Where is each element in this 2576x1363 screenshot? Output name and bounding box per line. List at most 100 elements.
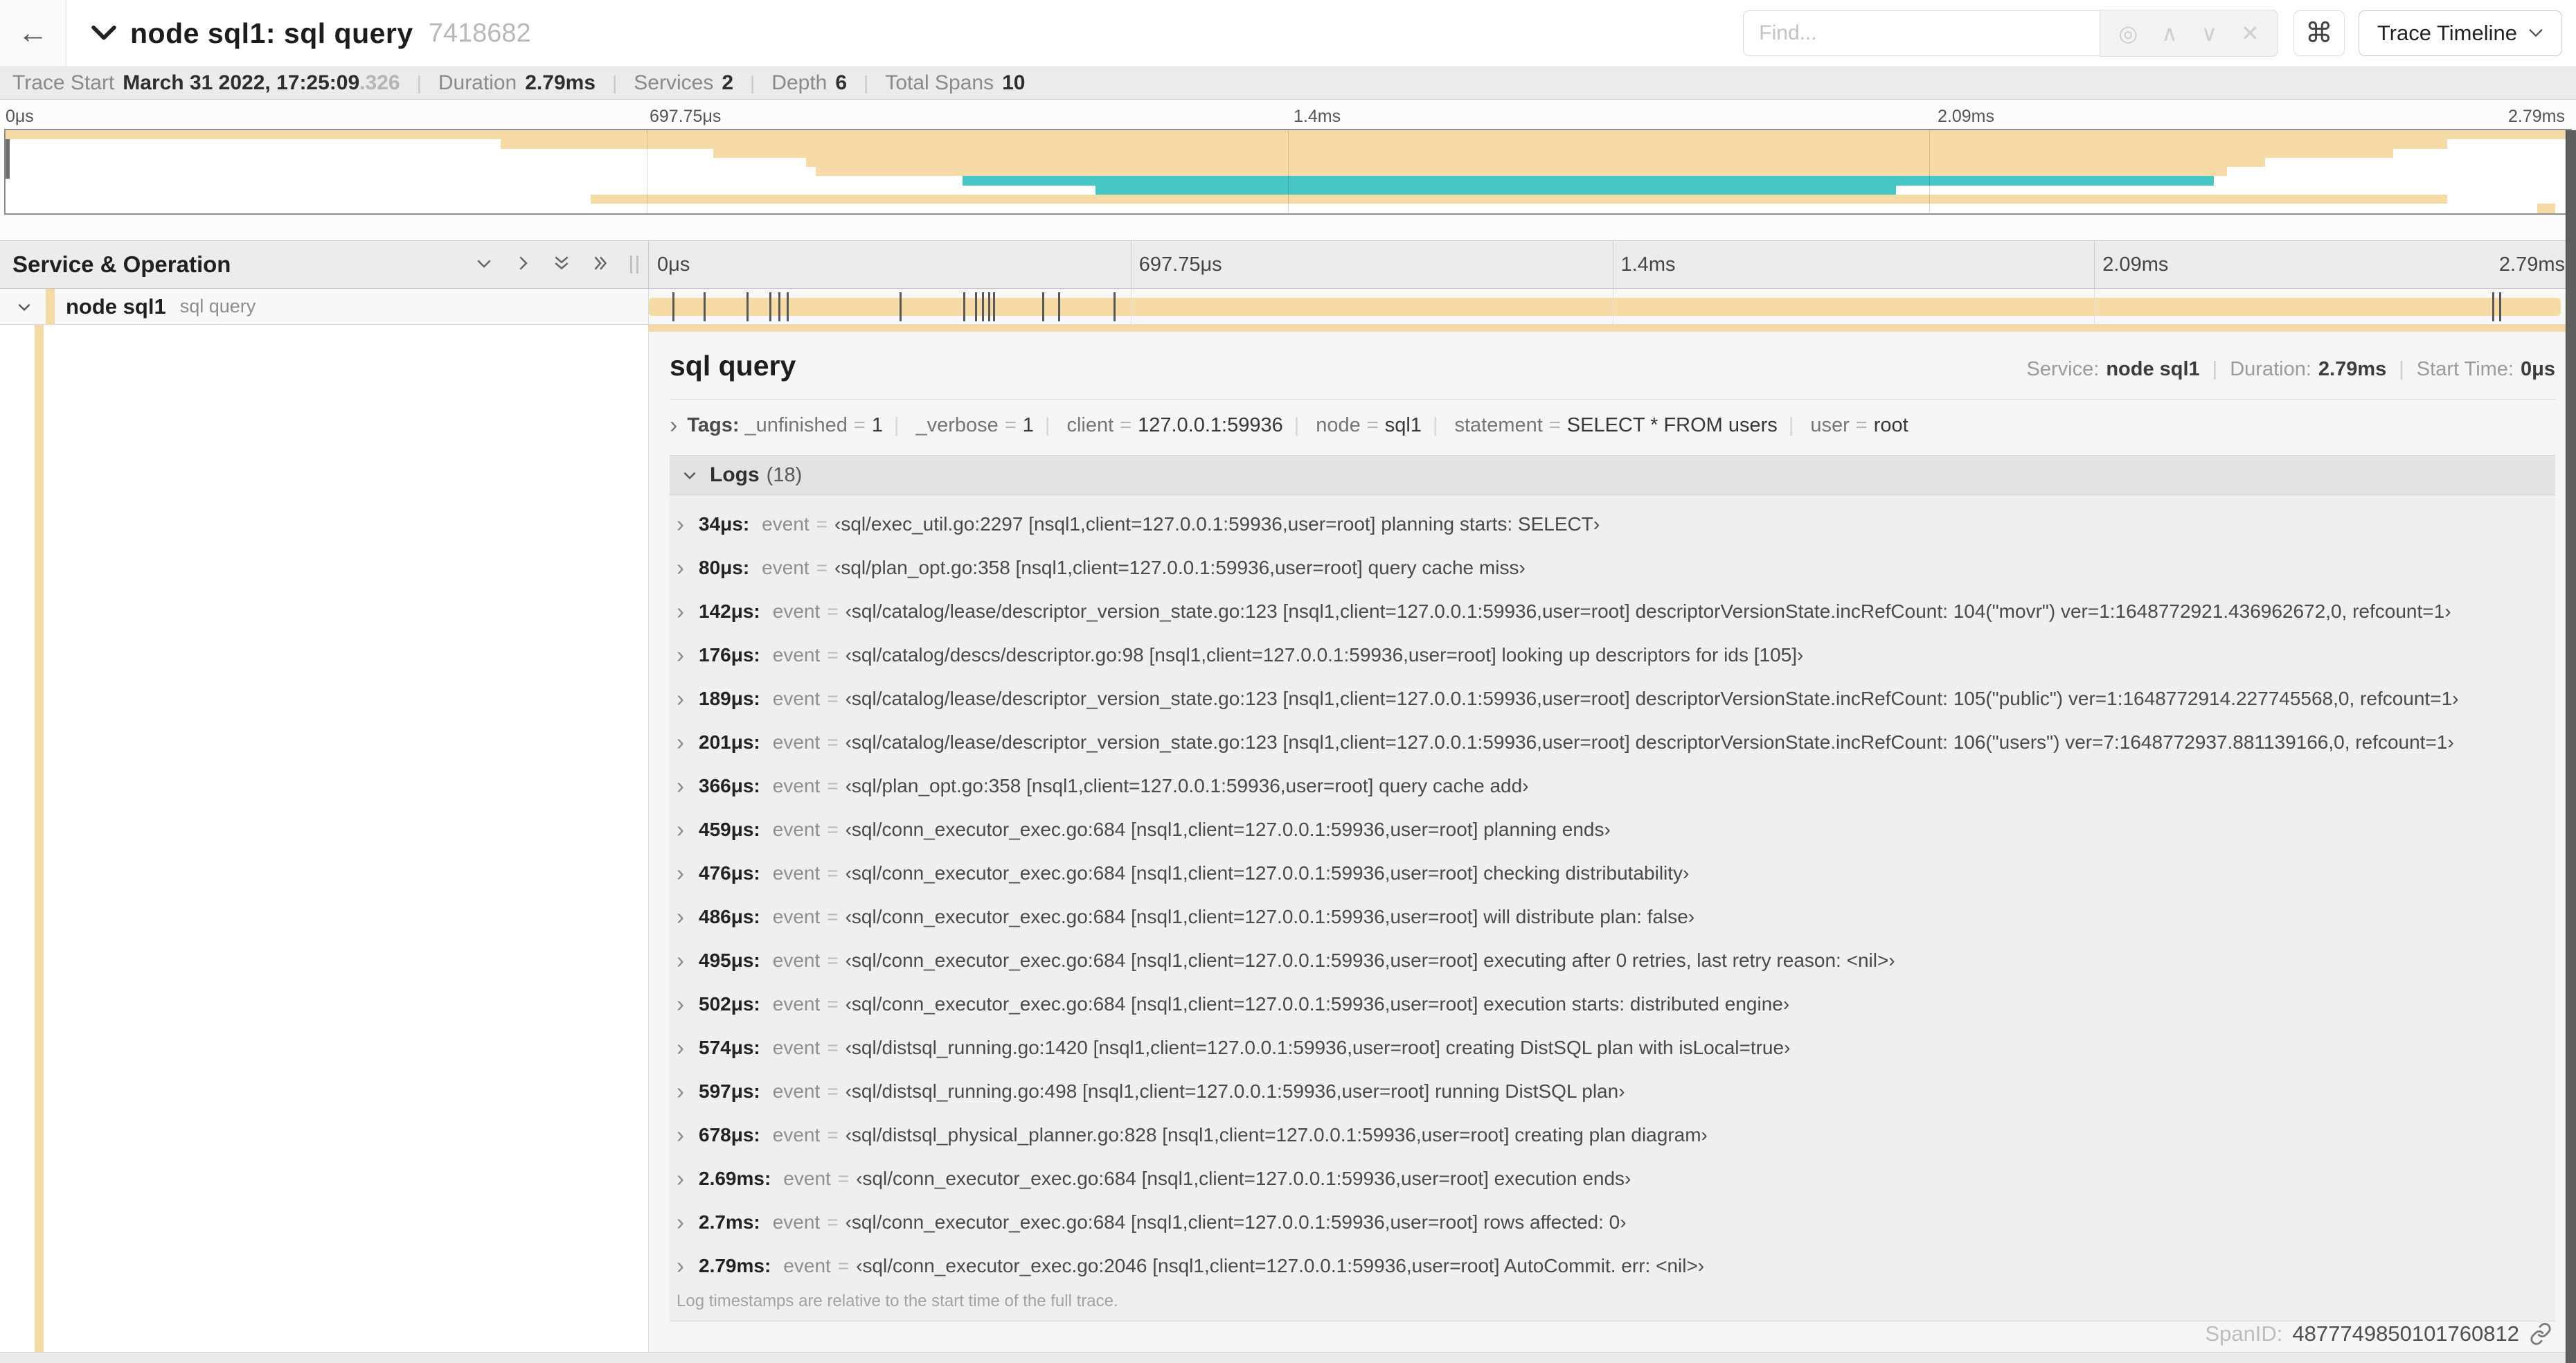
log-expand-icon[interactable]: › [677,860,695,887]
log-field-value: ‹sql/conn_executor_exec.go:684 [nsql1,cl… [845,818,1611,840]
log-expand-icon[interactable]: › [677,1253,695,1279]
span-bar-lane[interactable] [649,289,2576,324]
log-expand-icon[interactable]: › [677,598,695,625]
column-resizer-handle[interactable] [630,256,638,274]
span-duration-bar[interactable] [649,298,2561,316]
service-operation-header: Service & Operation [0,241,649,288]
keyboard-shortcuts-button[interactable]: ⌘ [2293,10,2345,56]
log-row[interactable]: › 142μs: event = ‹sql/catalog/lease/descript… [670,589,2555,633]
log-row[interactable]: › 459μs: event = ‹sql/conn_executor_exec.go:… [670,808,2555,851]
info-value-suffix: .326 [359,71,400,94]
log-row[interactable]: › 597μs: event = ‹sql/distsql_running.go:498… [670,1069,2555,1113]
focus-match-icon[interactable]: ◎ [2118,20,2138,46]
log-row[interactable]: › 366μs: event = ‹sql/plan_opt.go:358 [nsql1… [670,764,2555,808]
tag-key: _verbose [915,413,999,436]
log-expand-icon[interactable]: › [677,686,695,712]
log-marker-tick [987,292,990,321]
span-row[interactable]: node sql1 sql query [0,289,2576,325]
ruler-tick-label: 2.09ms [2102,253,2169,276]
log-expand-icon[interactable]: › [677,1122,695,1148]
log-row[interactable]: › 2.79ms: event = ‹sql/conn_executor_exec.go… [670,1244,2555,1288]
tags-expand-icon[interactable]: › [670,413,677,437]
log-timestamp: 502μs: [699,992,760,1015]
span-detail-row: sql query Service: node sql1 | Duration: 2.7… [0,325,2576,1352]
log-timestamp: 597μs: [699,1080,760,1102]
find-input[interactable] [1743,10,2100,56]
log-expand-icon[interactable]: › [677,1078,695,1105]
log-expand-icon[interactable]: › [677,904,695,930]
log-field-key: event [772,1036,821,1058]
logs-count: (18) [766,463,803,486]
minimap-gridline [1288,130,1289,213]
log-expand-icon[interactable]: › [677,511,695,537]
log-expand-icon[interactable]: › [677,729,695,756]
tag-key: node [1316,413,1361,436]
collapse-trace-chevron-icon[interactable] [90,23,118,44]
logs-header[interactable]: Logs (18) [670,455,2555,495]
info-separator: | [416,72,422,93]
ruler-tick-label: 0μs [657,253,690,276]
log-row[interactable]: › 476μs: event = ‹sql/conn_executor_exec.go:… [670,851,2555,895]
info-separator: | [864,72,869,93]
log-row[interactable]: › 678μs: event = ‹sql/distsql_physical_plann… [670,1113,2555,1157]
log-expand-icon[interactable]: › [677,773,695,799]
next-match-icon[interactable]: ∨ [2201,20,2217,46]
log-row[interactable]: › 2.69ms: event = ‹sql/conn_executor_exec.go… [670,1157,2555,1200]
collapse-one-icon[interactable] [474,253,494,277]
log-expand-icon[interactable]: › [677,947,695,974]
view-selector-button[interactable]: Trace Timeline [2358,10,2562,56]
tag-separator: | [1294,413,1300,436]
tags-row[interactable]: › Tags: _unfinished = 1 | _verbose = 1 | client =… [670,413,2555,437]
log-expand-icon[interactable]: › [677,1035,695,1061]
log-field-value: ‹sql/catalog/lease/descriptor_version_st… [845,600,2451,622]
log-row[interactable]: › 189μs: event = ‹sql/catalog/lease/descript… [670,677,2555,720]
tags-label: Tags: [687,413,740,436]
trace-info-bar: Trace Start March 31 2022, 17:25:09.326 | D… [0,67,2576,100]
log-expand-icon[interactable]: › [677,1166,695,1192]
log-expand-icon[interactable]: › [677,817,695,843]
log-row[interactable]: › 34μs: event = ‹sql/exec_util.go:2297 [nsql… [670,502,2555,546]
tag-equals: = [1855,413,1868,436]
log-row[interactable]: › 486μs: event = ‹sql/conn_executor_exec.go:… [670,895,2555,938]
span-collapse-chevron-icon[interactable] [15,298,33,316]
info-label: Trace Start [12,71,115,94]
log-equals: = [827,905,839,927]
tag-value: SELECT * FROM users [1566,413,1778,436]
info-label: Total Spans [885,71,994,94]
collapse-all-icon[interactable] [551,253,572,277]
log-row[interactable]: › 176μs: event = ‹sql/catalog/descs/descript… [670,633,2555,677]
log-expand-icon[interactable]: › [677,642,695,668]
expand-one-icon[interactable] [512,253,533,277]
prev-match-icon[interactable]: ∧ [2161,20,2177,46]
info-value: 10 [1002,71,1026,94]
span-detail-panel: sql query Service: node sql1 | Duration: 2.7… [649,325,2576,1352]
ruler-tick-label: 2.79ms [2498,253,2565,276]
tag-item: user = root [1810,414,1908,436]
expand-all-icon[interactable] [590,253,611,277]
deep-link-icon[interactable] [2529,1322,2552,1346]
meta-separator: | [2399,358,2404,380]
log-timestamp: 459μs: [699,818,760,840]
vertical-scrollbar[interactable] [2566,130,2576,1363]
log-row[interactable]: › 201μs: event = ‹sql/catalog/lease/descript… [670,720,2555,764]
clear-find-icon[interactable]: ✕ [2241,20,2260,46]
info-separator: | [750,72,755,93]
log-row[interactable]: › 80μs: event = ‹sql/plan_opt.go:358 [nsql1,… [670,546,2555,589]
timeline-gridline [1130,289,1132,324]
log-marker-tick [981,292,984,321]
log-field-value: ‹sql/conn_executor_exec.go:2046 [nsql1,c… [856,1254,1705,1276]
back-button[interactable]: ← [0,0,66,66]
log-equals: = [827,818,839,840]
log-marker-tick [769,292,772,321]
log-row[interactable]: › 574μs: event = ‹sql/distsql_running.go:142… [670,1026,2555,1069]
minimap-tick-label: 2.79ms [2508,107,2565,126]
log-expand-icon[interactable]: › [677,555,695,581]
log-row[interactable]: › 2.7ms: event = ‹sql/conn_executor_exec.go:… [670,1200,2555,1244]
minimap-canvas[interactable] [4,129,2572,215]
log-timestamp: 678μs: [699,1123,760,1146]
log-expand-icon[interactable]: › [677,1209,695,1236]
log-row[interactable]: › 502μs: event = ‹sql/conn_executor_exec.go:… [670,982,2555,1026]
log-expand-icon[interactable]: › [677,991,695,1017]
log-row[interactable]: › 495μs: event = ‹sql/conn_executor_exec.go:… [670,938,2555,982]
find-group: ◎ ∧ ∨ ✕ [1743,10,2278,57]
